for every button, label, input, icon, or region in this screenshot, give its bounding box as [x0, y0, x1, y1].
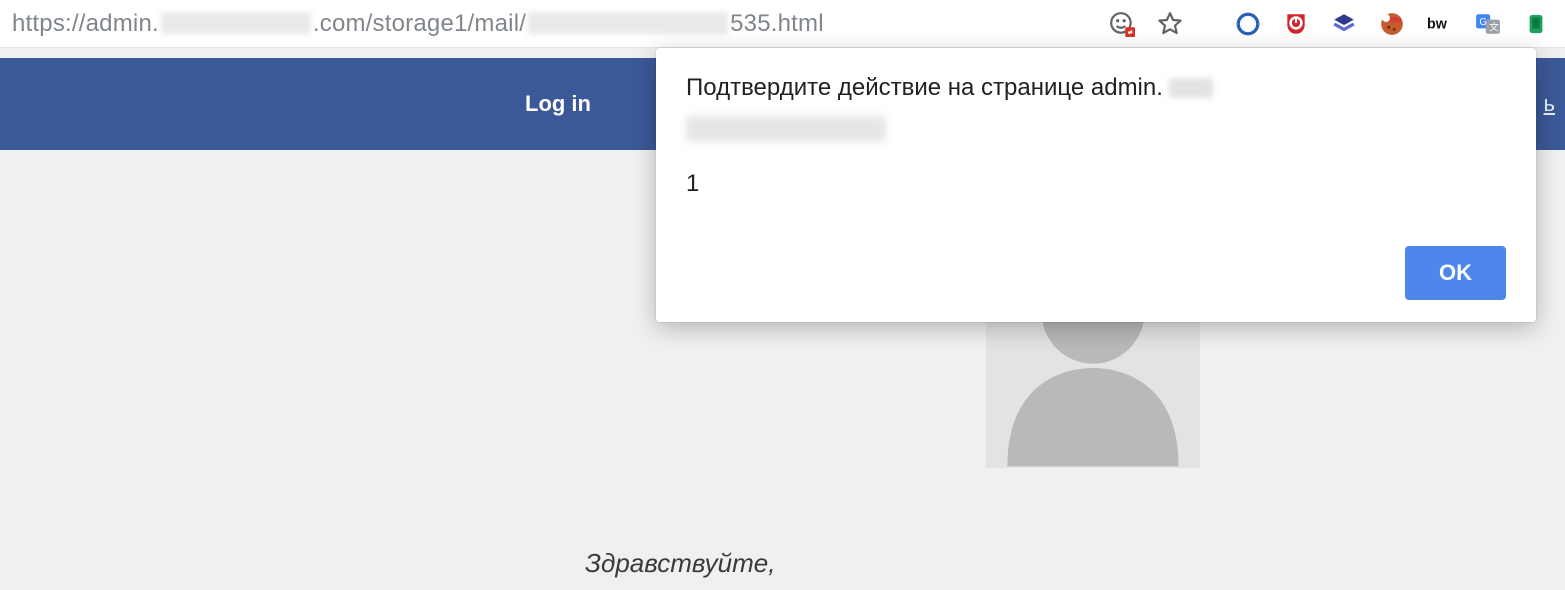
- circle-extension-icon[interactable]: [1235, 11, 1261, 37]
- svg-text:bw: bw: [1427, 16, 1448, 32]
- dialog-title-redacted: [1169, 78, 1213, 98]
- svg-text:G: G: [1479, 17, 1487, 28]
- site-permissions-icon[interactable]: [1109, 11, 1135, 37]
- browser-chrome: https://admin. .com/storage1/mail/ 535.h…: [0, 0, 1565, 48]
- omnibox[interactable]: https://admin. .com/storage1/mail/ 535.h…: [8, 9, 824, 38]
- stack-extension-icon[interactable]: [1331, 11, 1357, 37]
- dialog-subtitle-redacted: [686, 116, 886, 142]
- chrome-actions: bw G 文: [1109, 11, 1557, 37]
- dialog-title: Подтвердите действие на странице admin.: [686, 74, 1506, 102]
- login-link[interactable]: Log in: [525, 91, 591, 117]
- url-mid: .com/storage1/mail/: [313, 10, 526, 38]
- svg-text:文: 文: [1489, 20, 1499, 33]
- ok-button[interactable]: OK: [1405, 246, 1506, 300]
- bw-extension-icon[interactable]: bw: [1427, 11, 1453, 37]
- greeting-text: Здравствуйте,: [585, 548, 775, 579]
- header-right-link[interactable]: ь: [1544, 91, 1555, 117]
- cookie-extension-icon[interactable]: [1379, 11, 1405, 37]
- url-scheme-host-prefix: https://admin.: [12, 10, 159, 38]
- star-icon[interactable]: [1157, 11, 1183, 37]
- redacted-path: [528, 12, 728, 34]
- page: Log in ь Здравствуйте, Подтвердите дейст…: [0, 48, 1565, 590]
- url-suffix: 535.html: [730, 10, 824, 38]
- google-translate-extension-icon[interactable]: G 文: [1475, 11, 1501, 37]
- redacted-host: [161, 12, 311, 34]
- dialog-message: 1: [686, 170, 1506, 198]
- ublock-extension-icon[interactable]: [1283, 11, 1309, 37]
- dialog-title-text: Подтвердите действие на странице admin.: [686, 74, 1163, 102]
- javascript-alert-dialog: Подтвердите действие на странице admin. …: [656, 48, 1536, 322]
- extensions-row: bw G 文: [1235, 11, 1549, 37]
- dialog-actions: OK: [686, 246, 1506, 300]
- device-extension-icon[interactable]: [1523, 11, 1549, 37]
